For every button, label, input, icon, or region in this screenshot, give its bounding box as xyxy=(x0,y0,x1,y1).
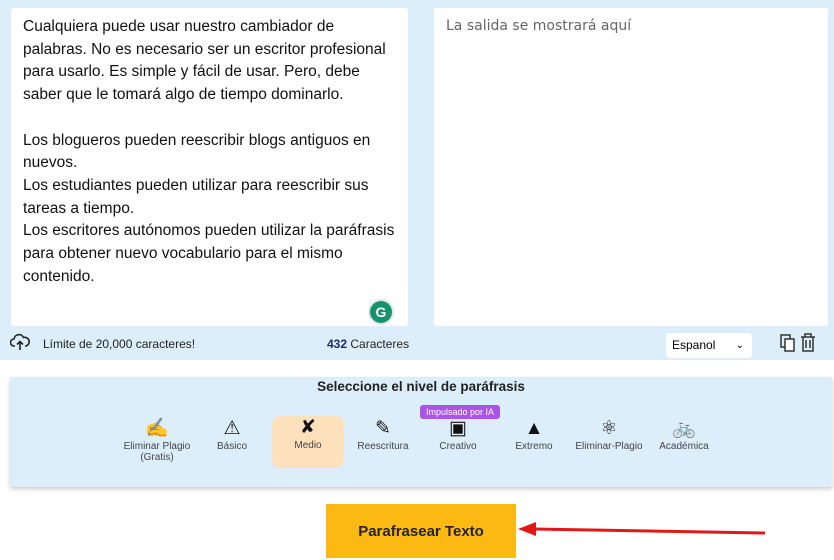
red-arrow-annotation xyxy=(518,522,766,536)
paraphrase-button[interactable]: Parafrasear Texto xyxy=(326,504,516,558)
edit-icon: ✎ xyxy=(375,418,391,439)
medio-icon: ✘ xyxy=(300,417,316,438)
level-title: Seleccione el nivel de paráfrasis xyxy=(317,379,525,394)
level-label: Eliminar-Plagio xyxy=(575,441,643,452)
char-count-label: Caracteres xyxy=(350,337,410,351)
char-limit-text: Límite de 20,000 caracteres! xyxy=(43,337,196,351)
level-academica[interactable]: 🚲 Académica xyxy=(644,417,724,452)
level-label: Básico xyxy=(216,441,247,452)
triangle-ruler-icon: ⚠ xyxy=(223,418,241,439)
level-label: Reescritura xyxy=(357,441,409,452)
level-creativo[interactable]: ▣ Creativo xyxy=(418,417,498,452)
level-label: Eliminar Plagio xyxy=(123,441,191,452)
paraphrase-level-panel: Seleccione el nivel de paráfrasis Impuls… xyxy=(10,377,832,487)
level-label: Académica xyxy=(659,441,709,452)
frame-icon: ▣ xyxy=(449,418,467,439)
level-medio[interactable]: ✘ Medio xyxy=(272,416,344,468)
level-basico[interactable]: ⚠ Básico xyxy=(192,417,272,452)
atom-icon: ⚛ xyxy=(600,418,618,439)
level-label: Creativo xyxy=(439,441,477,452)
bicycle-icon: 🚲 xyxy=(672,418,696,439)
level-sublabel: (Gratis) xyxy=(140,452,174,463)
grammarly-icon[interactable]: G xyxy=(370,301,392,323)
language-value: Espanol xyxy=(672,338,716,352)
level-extremo[interactable]: ▲ Extremo xyxy=(494,417,574,452)
output-panel[interactable]: La salida se mostrará aquí xyxy=(434,8,828,326)
level-reescritura[interactable]: ✎ Reescritura xyxy=(343,417,423,452)
pen-icon: ✍ xyxy=(145,418,169,439)
language-select[interactable]: Espanol ⌄ xyxy=(666,333,752,358)
pyramid-icon: ▲ xyxy=(524,418,544,439)
level-label: Medio xyxy=(294,440,322,451)
upload-cloud-icon[interactable] xyxy=(9,333,30,354)
trash-icon[interactable] xyxy=(800,333,816,355)
copy-icon[interactable] xyxy=(780,334,796,355)
output-placeholder: La salida se mostrará aquí xyxy=(446,18,632,34)
input-textarea[interactable]: Cualquiera puede usar nuestro cambiador … xyxy=(11,8,408,326)
level-eliminar-plagio[interactable]: ⚛ Eliminar-Plagio xyxy=(569,417,649,452)
chevron-down-icon: ⌄ xyxy=(735,340,744,351)
level-label: Extremo xyxy=(515,441,553,452)
level-eliminar-plagio-gratis[interactable]: ✍ Eliminar Plagio (Gratis) xyxy=(117,417,197,463)
input-text[interactable]: Cualquiera puede usar nuestro cambiador … xyxy=(11,8,408,296)
char-count: 432 Caracteres xyxy=(327,337,409,351)
char-count-value: 432 xyxy=(327,337,348,351)
